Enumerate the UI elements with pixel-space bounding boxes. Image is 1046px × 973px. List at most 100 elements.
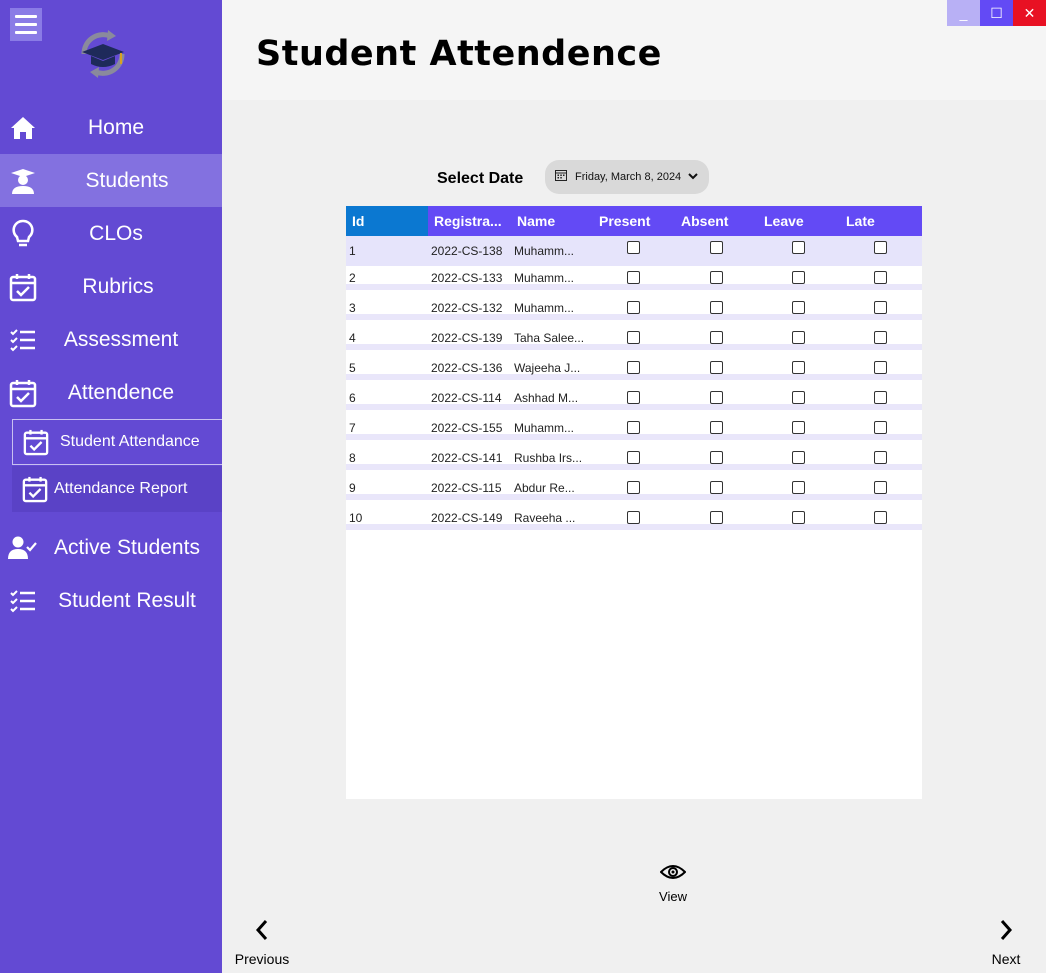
checkbox-late[interactable] — [874, 421, 887, 434]
table-row[interactable]: 7 2022-CS-155 Muhamm... — [346, 416, 922, 440]
nav-rubrics[interactable]: Rubrics — [0, 260, 222, 313]
checkbox-late[interactable] — [874, 301, 887, 314]
checkbox-leave[interactable] — [792, 241, 805, 254]
cell-registration: 2022-CS-141 — [431, 451, 503, 465]
cell-id: 1 — [349, 244, 356, 258]
column-header-registration[interactable]: Registra... — [434, 206, 502, 236]
table-row[interactable]: 6 2022-CS-114 Ashhad M... — [346, 386, 922, 410]
checkbox-absent[interactable] — [710, 361, 723, 374]
checkbox-leave[interactable] — [792, 301, 805, 314]
checkbox-late[interactable] — [874, 271, 887, 284]
checkbox-absent[interactable] — [710, 481, 723, 494]
cell-id: 5 — [349, 361, 356, 375]
table-row[interactable]: 2 2022-CS-133 Muhamm... — [346, 266, 922, 290]
subnav-student-attendance[interactable]: Student Attendance — [12, 419, 222, 465]
checkbox-absent[interactable] — [710, 421, 723, 434]
cell-id: 10 — [349, 511, 363, 525]
cell-registration: 2022-CS-149 — [431, 511, 503, 525]
checkbox-leave[interactable] — [792, 421, 805, 434]
checkbox-leave[interactable] — [792, 271, 805, 284]
grid-header: Id Registra... Name Present Absent Leave… — [346, 206, 922, 236]
previous-label: Previous — [234, 951, 290, 967]
view-button[interactable]: View — [652, 862, 694, 904]
checkbox-leave[interactable] — [792, 361, 805, 374]
cell-registration: 2022-CS-115 — [431, 481, 502, 495]
subnav-attendance-report[interactable]: Attendance Report — [12, 466, 222, 512]
column-header-late[interactable]: Late — [846, 206, 875, 236]
table-row[interactable]: 9 2022-CS-115 Abdur Re... — [346, 476, 922, 500]
checkbox-late[interactable] — [874, 451, 887, 464]
cell-name: Raveeha ... — [514, 511, 576, 525]
table-row[interactable]: 8 2022-CS-141 Rushba Irs... — [346, 446, 922, 470]
checkbox-leave[interactable] — [792, 511, 805, 524]
column-header-id[interactable]: Id — [346, 206, 428, 236]
checkbox-present[interactable] — [627, 391, 640, 404]
checkbox-absent[interactable] — [710, 331, 723, 344]
nav-active-students[interactable]: Active Students — [0, 521, 222, 574]
checkbox-leave[interactable] — [792, 451, 805, 464]
table-row[interactable]: 5 2022-CS-136 Wajeeha J... — [346, 356, 922, 380]
sidebar: Home Students CLOs Rubrics Assessment At… — [0, 0, 222, 973]
checkbox-absent[interactable] — [710, 301, 723, 314]
nav-attendence[interactable]: Attendence — [0, 366, 222, 419]
cell-name: Ashhad M... — [514, 391, 579, 405]
checkbox-present[interactable] — [627, 481, 640, 494]
checkbox-leave[interactable] — [792, 391, 805, 404]
table-row[interactable]: 4 2022-CS-139 Taha Salee... — [346, 326, 922, 350]
table-row[interactable]: 3 2022-CS-132 Muhamm... — [346, 296, 922, 320]
next-button[interactable]: Next — [984, 918, 1028, 967]
calendar-check-icon — [22, 427, 50, 457]
checkbox-present[interactable] — [627, 241, 640, 254]
nav-students-label: Students — [85, 168, 169, 192]
checkbox-late[interactable] — [874, 331, 887, 344]
nav-students[interactable]: Students — [0, 154, 222, 207]
checkbox-leave[interactable] — [792, 331, 805, 344]
checkbox-present[interactable] — [627, 511, 640, 524]
hamburger-menu-icon[interactable] — [10, 8, 42, 41]
checkbox-absent[interactable] — [710, 451, 723, 464]
checkbox-late[interactable] — [874, 361, 887, 374]
subnav-attendance-report-label: Attendance Report — [54, 480, 188, 497]
checkbox-present[interactable] — [627, 421, 640, 434]
column-header-leave[interactable]: Leave — [764, 206, 804, 236]
column-header-absent[interactable]: Absent — [681, 206, 728, 236]
checkbox-absent[interactable] — [710, 241, 723, 254]
nav-student-result[interactable]: Student Result — [0, 574, 222, 627]
previous-button[interactable]: Previous — [232, 918, 292, 967]
cell-id: 3 — [349, 301, 356, 315]
next-label: Next — [991, 951, 1021, 967]
column-header-present[interactable]: Present — [599, 206, 650, 236]
checkbox-leave[interactable] — [792, 481, 805, 494]
checkbox-absent[interactable] — [710, 271, 723, 284]
checkbox-absent[interactable] — [710, 391, 723, 404]
nav-clos[interactable]: CLOs — [0, 207, 222, 260]
table-row[interactable]: 10 2022-CS-149 Raveeha ... — [346, 506, 922, 530]
minimize-button[interactable]: _ — [947, 0, 980, 26]
checkbox-present[interactable] — [627, 451, 640, 464]
cell-id: 7 — [349, 421, 356, 435]
cell-registration: 2022-CS-132 — [431, 301, 503, 315]
table-row[interactable]: 1 2022-CS-138 Muhamm... — [346, 236, 922, 266]
checkbox-late[interactable] — [874, 241, 887, 254]
checkbox-present[interactable] — [627, 301, 640, 314]
column-header-name[interactable]: Name — [517, 206, 555, 236]
calendar-icon — [555, 168, 567, 186]
date-picker[interactable]: Friday, March 8, 2024 — [545, 160, 709, 194]
chevron-left-icon — [254, 920, 270, 946]
cell-name: Taha Salee... — [514, 331, 585, 345]
cell-name: Muhamm... — [514, 421, 575, 435]
cell-registration: 2022-CS-139 — [431, 331, 503, 345]
maximize-button[interactable]: ☐ — [980, 0, 1013, 26]
subnav-student-attendance-label: Student Attendance — [60, 433, 200, 450]
checkbox-late[interactable] — [874, 391, 887, 404]
checkbox-present[interactable] — [627, 271, 640, 284]
checkbox-absent[interactable] — [710, 511, 723, 524]
checkbox-late[interactable] — [874, 511, 887, 524]
close-button[interactable]: ✕ — [1013, 0, 1046, 26]
nav-home[interactable]: Home — [0, 101, 222, 154]
checkbox-present[interactable] — [627, 361, 640, 374]
checkbox-late[interactable] — [874, 481, 887, 494]
nav-assessment[interactable]: Assessment — [0, 313, 222, 366]
checkbox-present[interactable] — [627, 331, 640, 344]
nav-home-label: Home — [87, 115, 145, 139]
